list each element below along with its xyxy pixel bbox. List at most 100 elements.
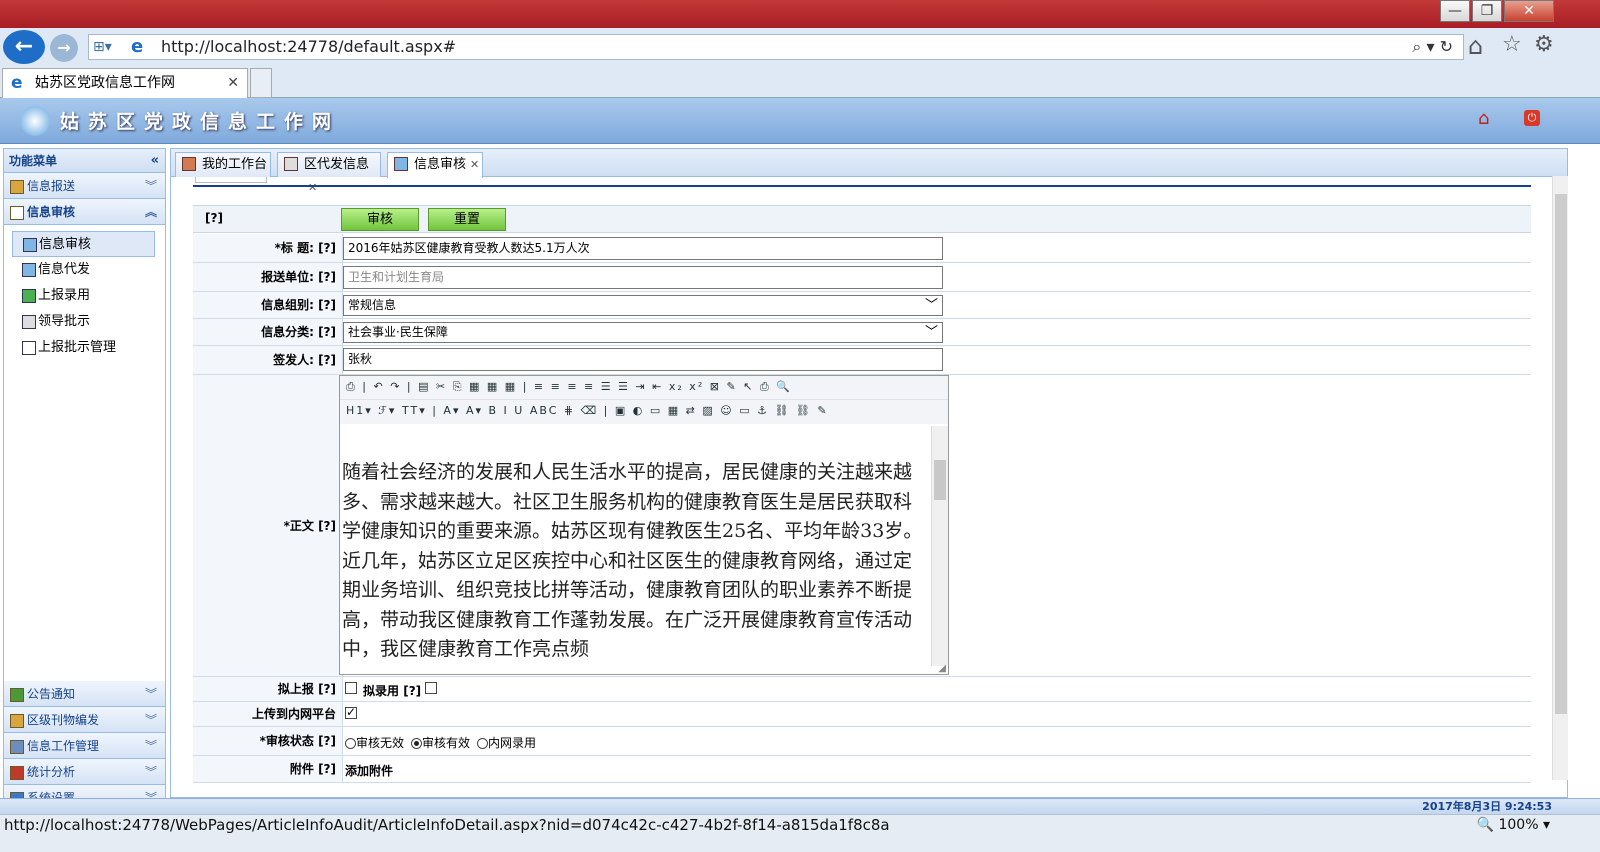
collapse-icon[interactable]: « bbox=[151, 149, 159, 173]
tab-district-proxy[interactable]: 区代发信息✕ bbox=[277, 152, 381, 194]
signer-label: 签发人: [?] bbox=[193, 346, 343, 374]
window-titlebar: — ❐ ✕ bbox=[0, 0, 1600, 28]
help-link[interactable]: [?] bbox=[318, 325, 336, 339]
sidebar-section-statistics[interactable]: 统计分析 ︾ bbox=[4, 759, 165, 785]
audit-form: [?] 审核 重置 *标 题: [?] 2016年姑苏区健康教育受教人数达5.1… bbox=[193, 177, 1531, 793]
attachment-label: 附件 [?] bbox=[193, 756, 343, 782]
attachment-row: 附件 [?] 添加附件 bbox=[193, 756, 1531, 783]
sidebar-item-label: 信息代发 bbox=[38, 262, 91, 277]
status-row: *审核状态 [?] 审核无效 审核有效 内网录用 bbox=[193, 727, 1531, 756]
document-icon bbox=[284, 157, 298, 171]
sidebar-section-info-submit[interactable]: 信息报送 ︾ bbox=[4, 173, 165, 199]
help-link[interactable]: [?] bbox=[318, 241, 336, 255]
radio[interactable] bbox=[411, 738, 422, 749]
group-select[interactable]: 常规信息 ﹀ bbox=[343, 295, 943, 316]
chevron-down-icon: ︾ bbox=[144, 713, 157, 727]
close-tab-icon[interactable]: ✕ bbox=[227, 69, 239, 97]
tab-my-workbench[interactable]: 我的工作台 bbox=[175, 152, 271, 177]
back-button[interactable]: ← bbox=[3, 30, 45, 64]
scroll-thumb[interactable] bbox=[1555, 194, 1567, 714]
category-select[interactable]: 社会事业·民生保障 ﹀ bbox=[343, 322, 943, 343]
report-checkbox[interactable] bbox=[345, 682, 357, 694]
editor-scrollbar[interactable] bbox=[931, 426, 948, 666]
search-refresh-icons[interactable]: ⌕ ▾ ↻ bbox=[1412, 35, 1453, 59]
sidebar-section-label: 公告通知 bbox=[27, 687, 76, 701]
ie-logo-icon: e bbox=[131, 36, 144, 57]
site-logo-icon bbox=[20, 106, 50, 136]
sidebar-section-work-manage[interactable]: 信息工作管理 ︾ bbox=[4, 733, 165, 759]
status-option-intranet[interactable]: 内网录用 bbox=[477, 734, 536, 751]
minimize-button[interactable]: — bbox=[1440, 0, 1470, 22]
sidebar-item-instruction-manage[interactable]: 上报批示管理 bbox=[12, 335, 155, 361]
zoom-level[interactable]: 🔍 100% ▾ bbox=[1477, 815, 1550, 835]
sidebar-section-publication[interactable]: 区级刊物编发 ︾ bbox=[4, 707, 165, 733]
form-toolbar: [?] 审核 重置 bbox=[193, 205, 1531, 233]
sidebar-header-label: 功能菜单 bbox=[9, 154, 58, 168]
help-link[interactable]: [?] bbox=[205, 211, 223, 225]
page-scrollbar[interactable] bbox=[1552, 176, 1568, 780]
sidebar-section-notice[interactable]: 公告通知 ︾ bbox=[4, 681, 165, 707]
settings-gear-icon[interactable]: ⚙ bbox=[1534, 32, 1554, 57]
sidebar-item-info-audit[interactable]: 信息审核 bbox=[12, 231, 155, 257]
content-tabbar: 我的工作台 区代发信息✕ 信息审核 ✕ bbox=[171, 149, 1567, 194]
scroll-thumb[interactable] bbox=[934, 460, 946, 500]
sidebar-section-info-audit[interactable]: 信息审核 ︽ bbox=[4, 199, 165, 225]
tab-label: 我的工作台 bbox=[202, 157, 268, 172]
sidebar-item-label: 上报录用 bbox=[38, 288, 91, 303]
report-label: 拟上报 [?] bbox=[193, 677, 343, 701]
sidebar-header: 功能菜单 « bbox=[4, 149, 165, 173]
chevron-down-icon: ︾ bbox=[144, 739, 157, 753]
upload-row: 上传到内网平台 bbox=[193, 702, 1531, 727]
new-tab-button[interactable] bbox=[250, 68, 272, 98]
manage-icon bbox=[10, 739, 24, 754]
maximize-button[interactable]: ❐ bbox=[1472, 0, 1502, 22]
footer-datetime: 2017年8月3日 9:24:53 bbox=[1422, 800, 1552, 813]
status-option-valid[interactable]: 审核有效 bbox=[411, 734, 470, 751]
book-icon bbox=[10, 205, 24, 220]
add-attachment-link[interactable]: 添加附件 bbox=[345, 762, 393, 779]
help-link[interactable]: [?] bbox=[318, 762, 336, 776]
close-tab-icon[interactable]: ✕ bbox=[470, 158, 479, 171]
audit-button[interactable]: 审核 bbox=[341, 208, 419, 231]
rich-text-editor: ⎙ | ↶ ↷ | ▤ ✂ ⎘ ▦ ▦ ▦ | ≡ ≡ ≡ ≡ ☰ ☰ ⇥ ⇤ … bbox=[339, 375, 949, 675]
editor-toolbar-row1[interactable]: ⎙ | ↶ ↷ | ▤ ✂ ⎘ ▦ ▦ ▦ | ≡ ≡ ≡ ≡ ☰ ☰ ⇥ ⇤ … bbox=[340, 376, 948, 400]
logout-icon[interactable]: ⏻ bbox=[1524, 110, 1540, 126]
chevron-down-icon: ﹀ bbox=[924, 325, 938, 340]
home-icon[interactable]: ⌂ bbox=[1478, 108, 1489, 129]
signer-input[interactable]: 张秋 bbox=[343, 348, 943, 371]
tab-info-audit[interactable]: 信息审核 ✕ bbox=[387, 152, 483, 178]
close-window-button[interactable]: ✕ bbox=[1504, 0, 1554, 22]
help-link[interactable]: [?] bbox=[318, 519, 336, 533]
help-link[interactable]: [?] bbox=[318, 734, 336, 748]
forward-button[interactable]: → bbox=[50, 34, 78, 62]
unit-input[interactable]: 卫生和计划生育局 bbox=[343, 266, 943, 289]
help-link[interactable]: [?] bbox=[318, 682, 336, 696]
browser-tab-title: 姑苏区党政信息工作网 bbox=[35, 75, 175, 91]
status-option-invalid[interactable]: 审核无效 bbox=[345, 734, 404, 751]
compat-icon[interactable]: ⊞▾ bbox=[93, 35, 112, 59]
app-title: 姑苏区党政信息工作网 bbox=[60, 111, 341, 133]
help-link[interactable]: [?] bbox=[403, 684, 421, 698]
sidebar-items: 信息审核 信息代发 上报录用 领导批示 上报批示管理 bbox=[4, 225, 165, 681]
resize-handle-icon[interactable]: ◢ bbox=[938, 663, 946, 674]
reset-button[interactable]: 重置 bbox=[428, 208, 506, 231]
favorites-star-icon[interactable]: ☆ bbox=[1502, 32, 1522, 57]
help-link[interactable]: [?] bbox=[318, 270, 336, 284]
sidebar-item-report-adopt[interactable]: 上报录用 bbox=[12, 283, 155, 309]
document-icon bbox=[22, 340, 36, 355]
help-link[interactable]: [?] bbox=[318, 298, 336, 312]
sidebar-item-info-proxy[interactable]: 信息代发 bbox=[12, 257, 155, 283]
url-input[interactable]: ⊞▾ e http://localhost:24778/default.aspx… bbox=[88, 34, 1464, 60]
editor-toolbar-row2[interactable]: H1▾ ℱ▾ TT▾ | A▾ A▾ B I U ABC ⋕ ⌫ | ▣ ◐ ▭… bbox=[340, 400, 948, 424]
radio[interactable] bbox=[477, 738, 488, 749]
record-checkbox[interactable] bbox=[425, 682, 437, 694]
sidebar-item-leader-instruction[interactable]: 领导批示 bbox=[12, 309, 155, 335]
home-icon[interactable]: ⌂ bbox=[1468, 32, 1483, 60]
title-input[interactable]: 2016年姑苏区健康教育受教人数达5.1万人次 bbox=[343, 237, 943, 260]
radio[interactable] bbox=[345, 738, 356, 749]
browser-tab[interactable]: e 姑苏区党政信息工作网 ✕ bbox=[2, 68, 248, 98]
editor-body[interactable]: 随着社会经济的发展和人民生活水平的提高，居民健康的关注越来越多、需求越来越大。社… bbox=[340, 426, 932, 666]
upload-checkbox[interactable] bbox=[345, 705, 357, 719]
body-label: *正文 [?] bbox=[193, 375, 343, 676]
help-link[interactable]: [?] bbox=[318, 353, 336, 367]
